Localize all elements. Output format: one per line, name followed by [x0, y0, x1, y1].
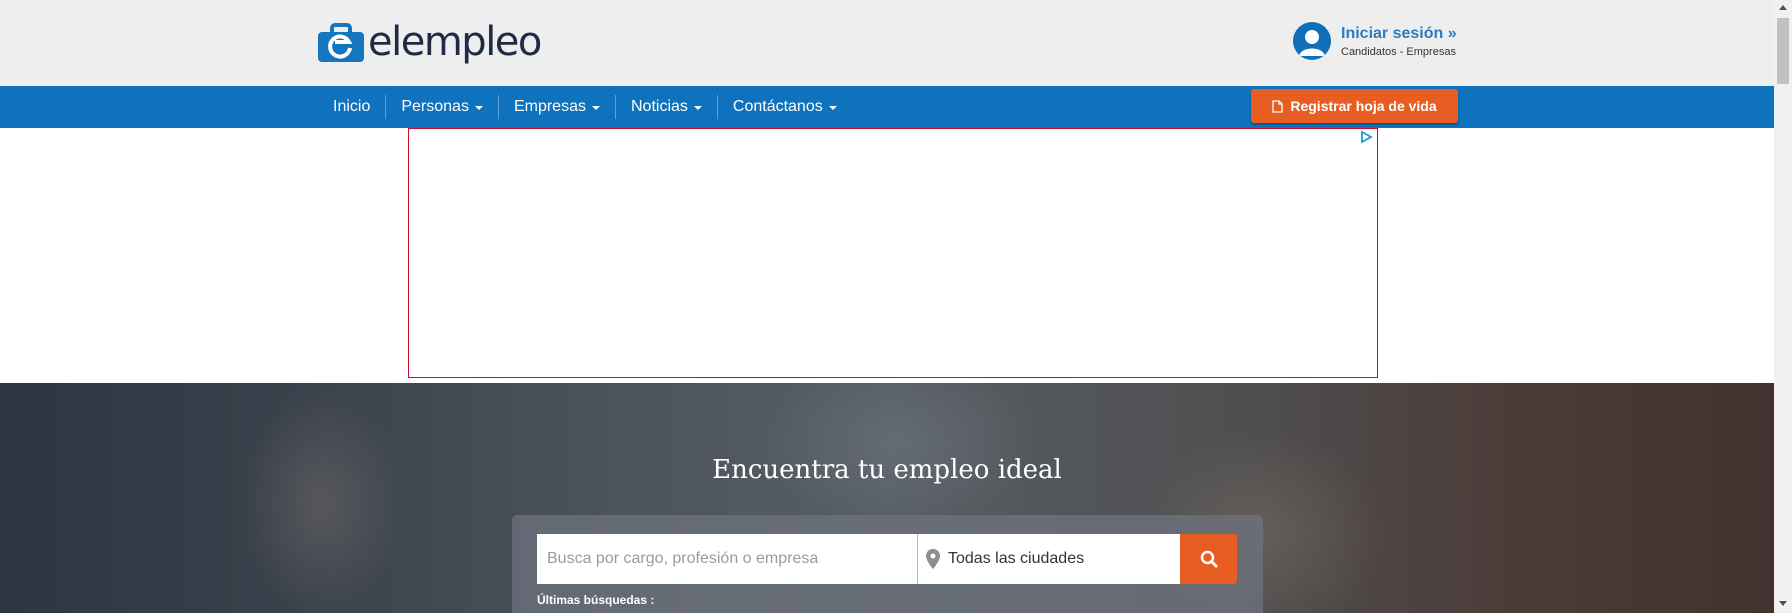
scroll-up-arrow-icon[interactable]: [1779, 5, 1787, 10]
nav-item-noticias[interactable]: Noticias: [614, 95, 717, 119]
search-button[interactable]: [1180, 534, 1237, 584]
ad-banner[interactable]: [408, 128, 1378, 378]
logo-mark-icon: [318, 23, 364, 62]
document-icon: [1272, 99, 1284, 113]
city-value: Todas las ciudades: [948, 550, 1085, 567]
adchoices-icon[interactable]: [1359, 130, 1373, 144]
job-search-input[interactable]: [537, 534, 918, 584]
user-avatar-icon[interactable]: [1293, 22, 1331, 60]
caret-down-icon: [591, 106, 600, 110]
caret-down-icon: [693, 106, 702, 110]
nav-label: Empresas: [513, 98, 586, 115]
nav-label: Personas: [401, 98, 469, 115]
recent-searches-label: Últimas búsquedas :: [537, 593, 655, 607]
nav-item-empresas[interactable]: Empresas: [497, 95, 615, 119]
hero-title: Encuentra tu empleo ideal: [712, 455, 1062, 485]
scroll-thumb[interactable]: [1777, 18, 1789, 84]
top-header: elempleo Iniciar sesión » Candidatos - E…: [0, 0, 1774, 86]
search-icon: [1200, 550, 1217, 568]
register-cv-button[interactable]: Registrar hoja de vida: [1251, 89, 1458, 123]
login-link[interactable]: Iniciar sesión »: [1341, 25, 1457, 43]
page-scrollbar[interactable]: [1774, 0, 1792, 613]
login-subtitle[interactable]: Candidatos - Empresas: [1341, 46, 1457, 58]
hero-search-section: Encuentra tu empleo ideal Todas las ciud…: [0, 383, 1774, 613]
location-pin-icon: [926, 549, 940, 569]
caret-down-icon: [828, 106, 837, 110]
main-nav: Inicio Personas Empresas Noticias Contác…: [0, 86, 1774, 128]
city-select[interactable]: Todas las ciudades: [918, 534, 1180, 584]
register-cv-label: Registrar hoja de vida: [1290, 98, 1437, 114]
search-panel: Todas las ciudades Últimas búsquedas :: [512, 515, 1263, 613]
logo-text: elempleo: [368, 19, 542, 65]
scroll-down-arrow-icon[interactable]: [1779, 601, 1787, 606]
login-area[interactable]: Iniciar sesión » Candidatos - Empresas: [1293, 22, 1457, 60]
nav-item-personas[interactable]: Personas: [385, 95, 498, 119]
nav-item-contactanos[interactable]: Contáctanos: [716, 95, 852, 119]
nav-label: Inicio: [333, 98, 371, 115]
caret-down-icon: [474, 106, 483, 110]
site-logo[interactable]: elempleo: [318, 16, 542, 68]
nav-item-inicio[interactable]: Inicio: [318, 95, 385, 119]
nav-label: Noticias: [630, 98, 688, 115]
nav-label: Contáctanos: [732, 98, 823, 115]
